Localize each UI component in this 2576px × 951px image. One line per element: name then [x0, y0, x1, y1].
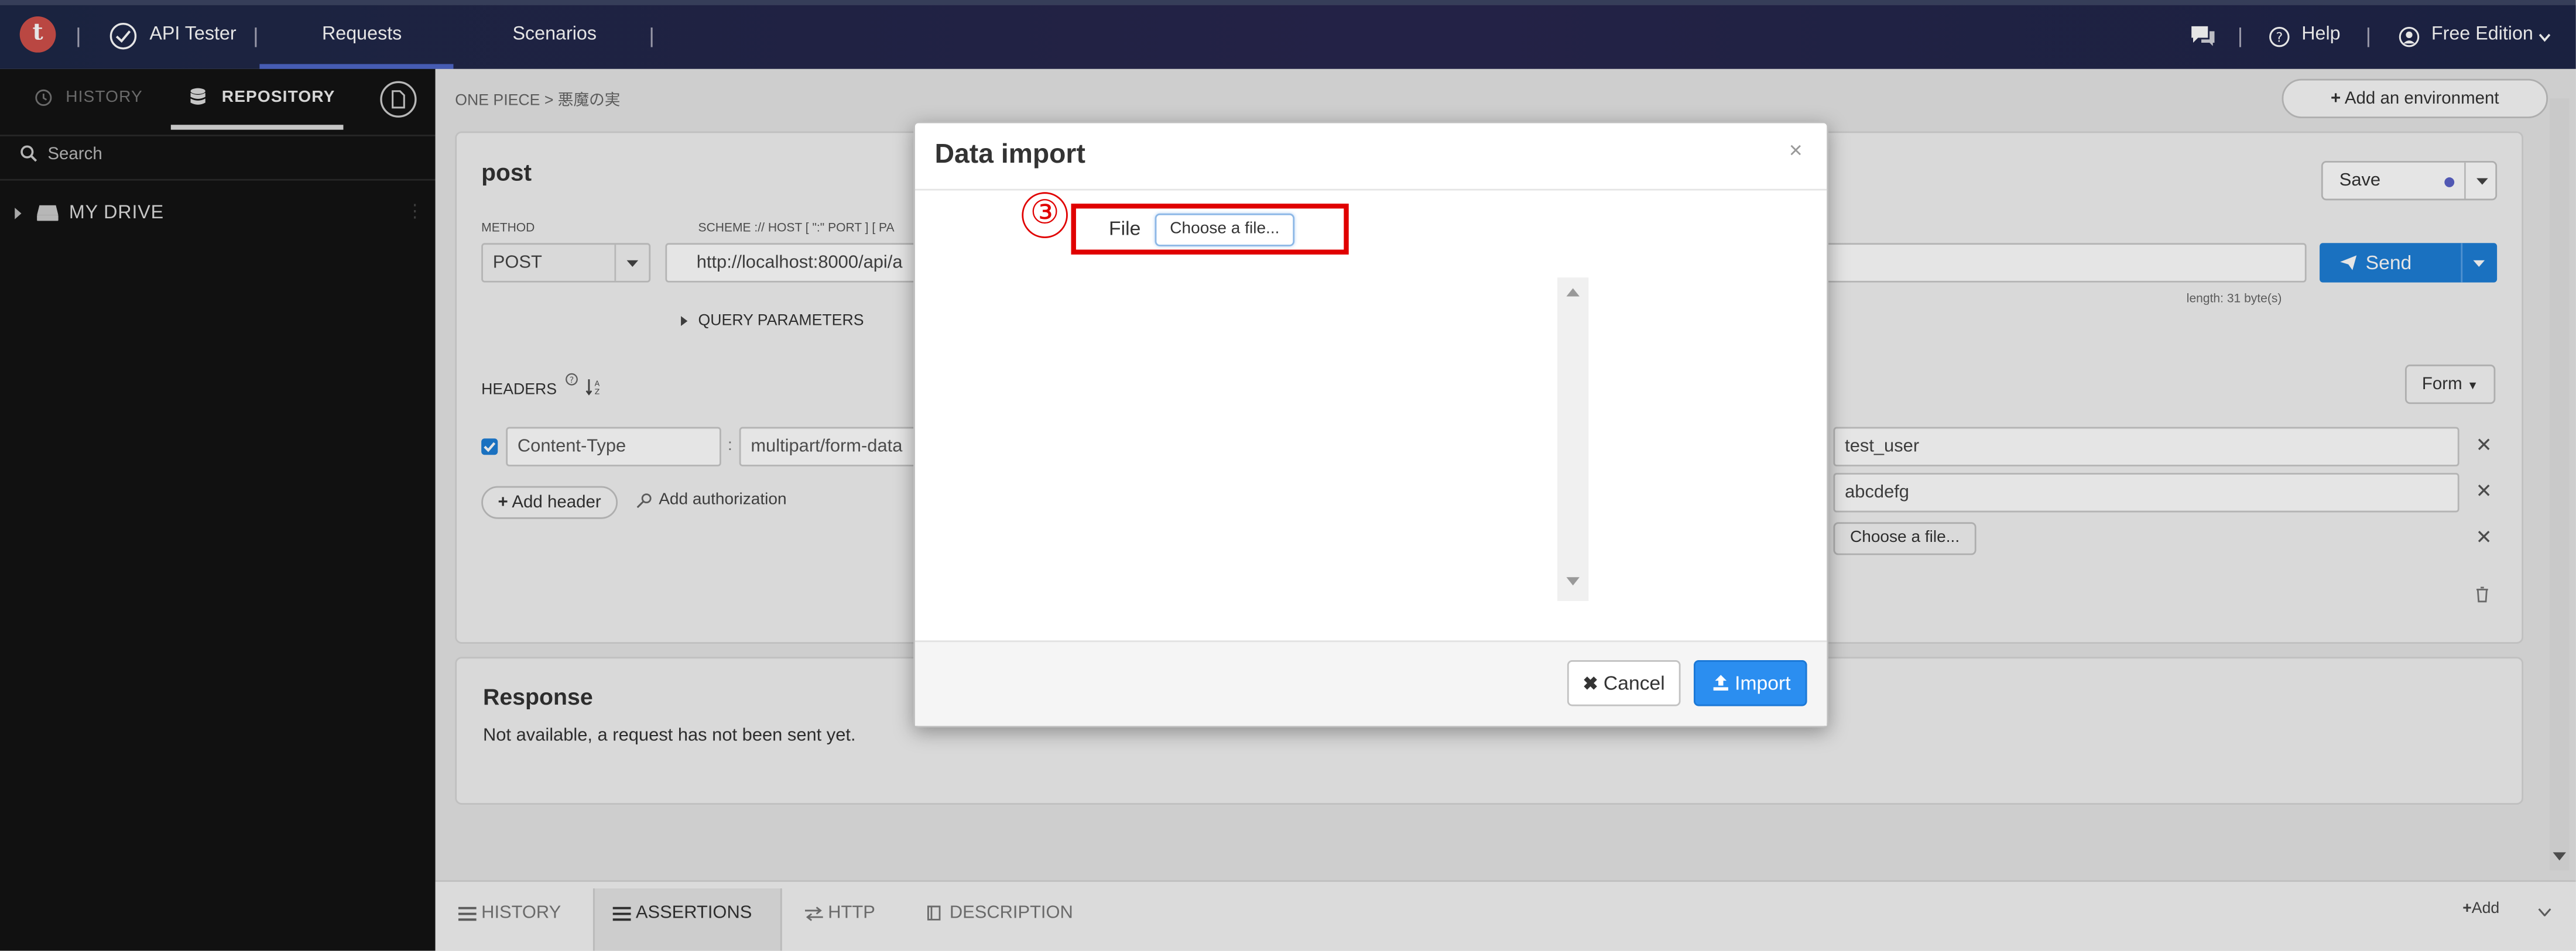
- import-button[interactable]: Import: [1693, 660, 1807, 706]
- close-icon[interactable]: ×: [1789, 136, 1803, 163]
- preview-scrollbar[interactable]: [1557, 277, 1589, 601]
- annotation-step-3: ③: [1022, 192, 1068, 238]
- cancel-button[interactable]: ✖ Cancel: [1567, 660, 1681, 706]
- choose-file-button[interactable]: Choose a file...: [1155, 213, 1295, 246]
- modal-footer: ✖ Cancel Import: [914, 640, 1827, 726]
- scroll-down-icon[interactable]: [1566, 576, 1580, 586]
- upload-icon: [1712, 673, 1730, 691]
- modal-title: Data import: [934, 139, 1085, 170]
- cancel-label: Cancel: [1603, 671, 1665, 695]
- app-window: t | API Tester | Requests Scenarios | | …: [0, 0, 2576, 951]
- divider: [914, 188, 1827, 191]
- close-icon: ✖: [1582, 675, 1598, 695]
- data-import-modal: Data import × ③ File Choose a file... ✖ …: [913, 121, 1829, 728]
- file-label: File: [1109, 217, 1141, 240]
- import-label: Import: [1735, 671, 1791, 695]
- scroll-up-icon[interactable]: [1566, 287, 1580, 297]
